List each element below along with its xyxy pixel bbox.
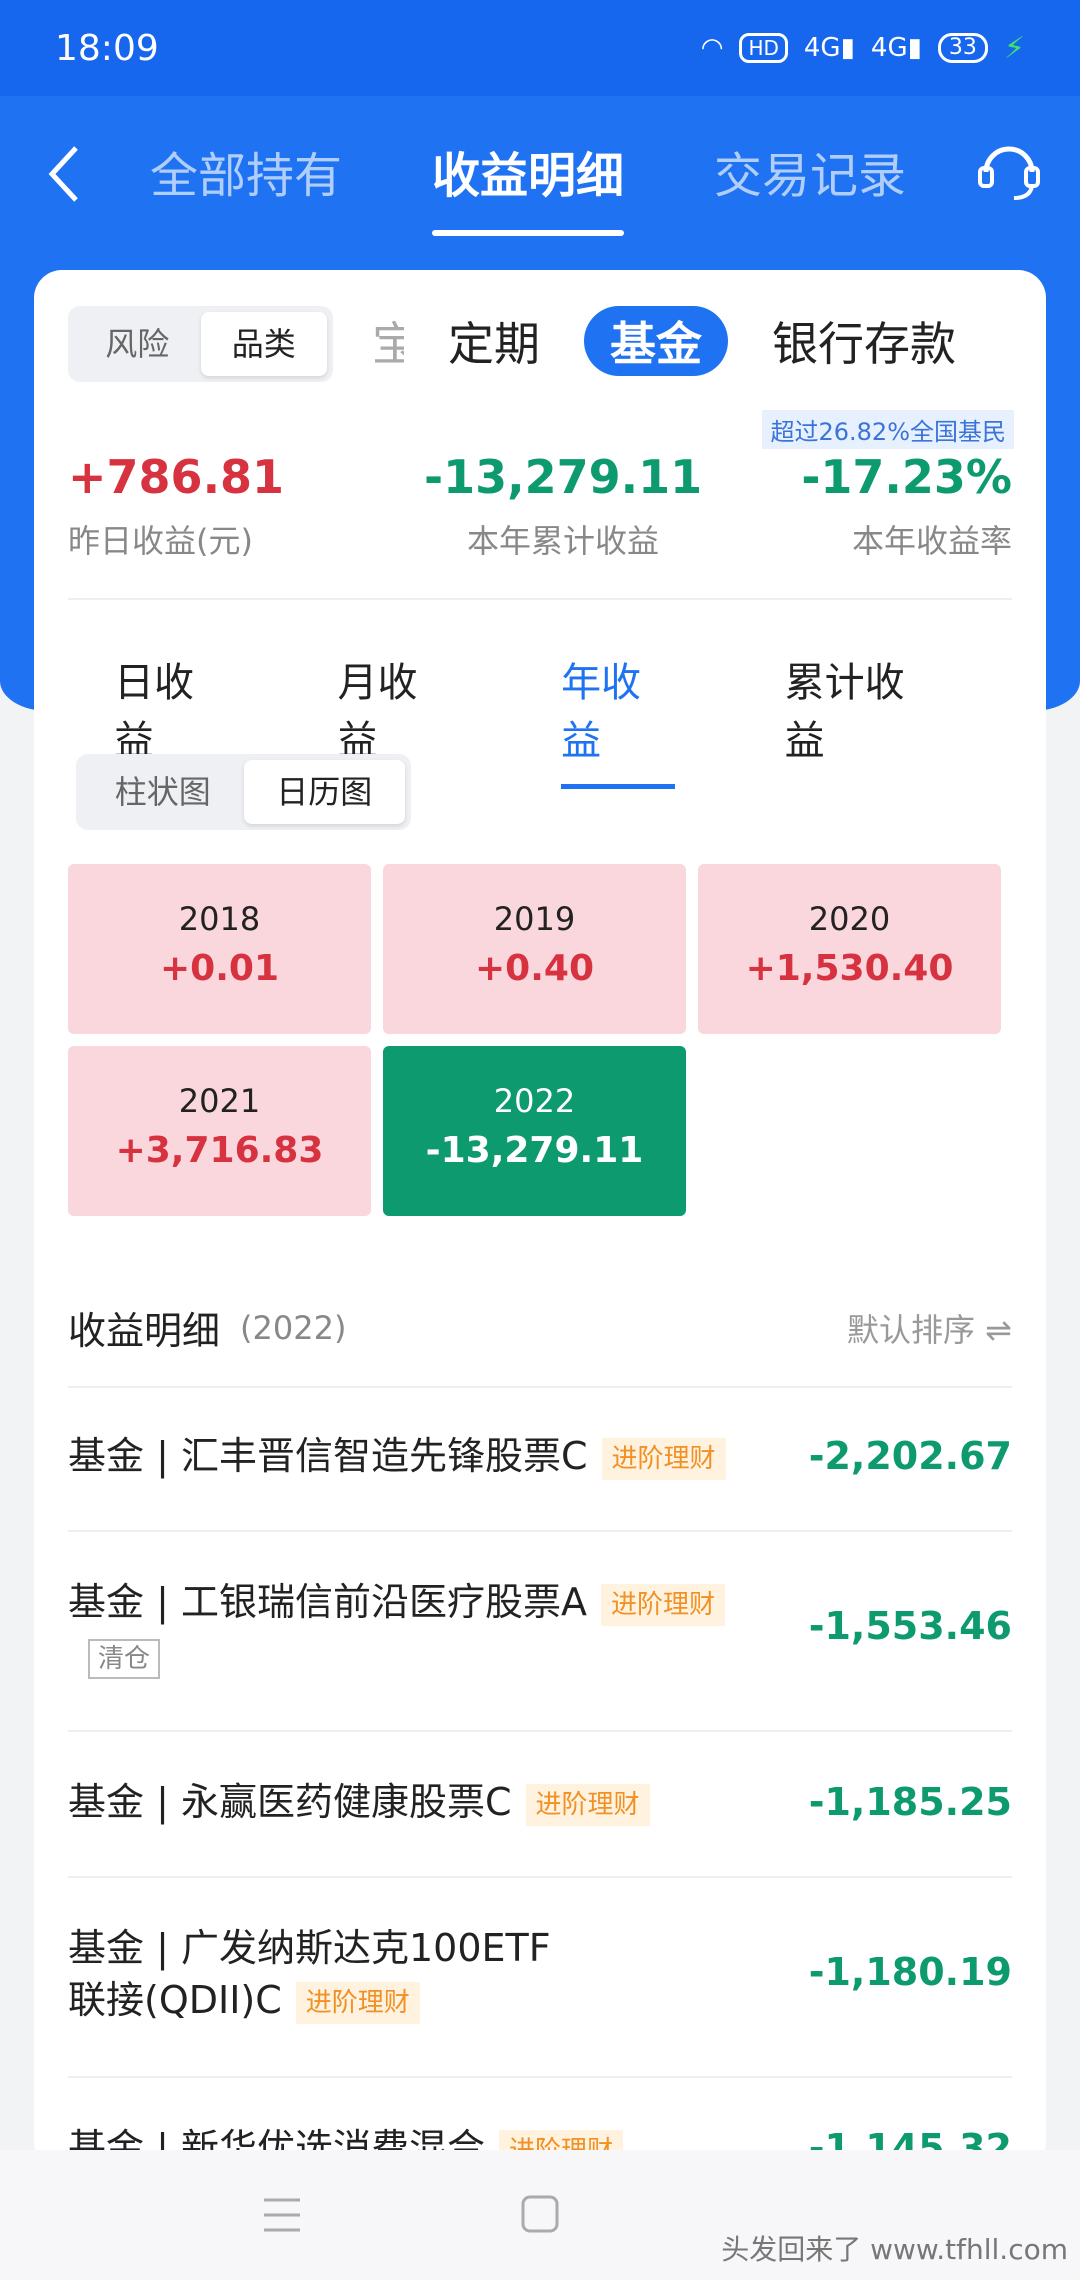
fund-row[interactable]: 基金 | 汇丰晋信智造先锋股票C 进阶理财 -2,202.67 <box>68 1386 1012 1532</box>
year-cell-2018[interactable]: 2018 +0.01 <box>68 864 371 1034</box>
year-calendar: 2018 +0.01 2019 +0.40 2020 +1,530.40 2021 +3… <box>68 864 1008 1216</box>
category-tab-bank-deposit[interactable]: 银行存款 <box>772 308 956 374</box>
top-nav: 全部持有 收益明细 交易记录 <box>0 96 1080 271</box>
divider <box>68 598 1012 600</box>
advanced-tag: 进阶理财 <box>600 1583 725 1626</box>
home-icon[interactable] <box>520 2194 560 2234</box>
back-arrow-icon[interactable] <box>42 140 90 208</box>
fund-row[interactable]: 基金 | 工银瑞信前沿医疗股票A 进阶理财 清仓 -1,553.46 <box>68 1532 1012 1732</box>
stat-yesterday-value: +786.81 <box>68 450 285 504</box>
risk-category-toggle: 风险 品类 <box>68 306 333 382</box>
signal-icon-2: 4G▮ <box>870 33 922 63</box>
stat-yesterday-label: 昨日收益(元) <box>68 522 253 560</box>
top-tabs: 全部持有 收益明细 交易记录 <box>150 136 906 236</box>
advanced-tag: 进阶理财 <box>295 1981 420 2024</box>
customer-service-icon[interactable] <box>974 134 1044 204</box>
toggle-category[interactable]: 品类 <box>200 312 327 376</box>
detail-title: 收益明细 <box>68 1309 221 1353</box>
ranking-badge: 超过26.82%全国基民 <box>762 410 1014 449</box>
category-tabs: 宝 定期 基金 银行存款 <box>372 306 956 376</box>
stat-year-total-value: -13,279.11 <box>424 450 703 504</box>
toggle-bar-chart[interactable]: 柱状图 <box>82 760 244 824</box>
battery-icon: 33 <box>937 33 988 63</box>
wifi-icon: ◠ <box>700 33 724 63</box>
tab-all-holdings[interactable]: 全部持有 <box>150 136 342 206</box>
category-tab-bao[interactable]: 宝 <box>372 308 404 374</box>
year-cell-2020[interactable]: 2020 +1,530.40 <box>698 864 1001 1034</box>
fund-amount: -1,553.46 <box>808 1604 1012 1648</box>
fund-amount: -1,185.25 <box>808 1780 1012 1824</box>
watermark: 头发回来了 www.tfhll.com <box>721 2233 1068 2266</box>
status-icons: ◠ HD 4G▮ 4G▮ 33 ⚡ <box>701 31 1025 66</box>
fund-amount: -2,202.67 <box>808 1434 1012 1478</box>
stat-year-rate: -17.23% 本年收益率 <box>801 450 1012 562</box>
clock: 18:09 <box>55 27 159 69</box>
year-cell-2022[interactable]: 2022 -13,279.11 <box>383 1046 686 1216</box>
charging-icon: ⚡ <box>1003 30 1025 66</box>
stat-year-rate-label: 本年收益率 <box>851 522 1012 560</box>
category-tab-fixed[interactable]: 定期 <box>448 308 540 374</box>
advanced-tag: 进阶理财 <box>525 1783 650 1826</box>
tab-yearly[interactable]: 年收益 <box>561 650 675 789</box>
tab-cumulative[interactable]: 累计收益 <box>785 650 936 789</box>
cleared-tag: 清仓 <box>88 1639 161 1679</box>
stat-yesterday: +786.81 昨日收益(元) <box>68 450 284 562</box>
category-tab-fund[interactable]: 基金 <box>584 306 728 376</box>
stat-year-total-label: 本年累计收益 <box>467 522 660 560</box>
fund-amount: -1,180.19 <box>808 1950 1012 1994</box>
detail-year: (2022) <box>240 1308 347 1347</box>
signal-icon: 4G▮ <box>803 33 855 63</box>
fund-row[interactable]: 基金 | 永赢医药健康股票C 进阶理财 -1,185.25 <box>68 1732 1012 1878</box>
year-cell-2019[interactable]: 2019 +0.40 <box>383 864 686 1034</box>
sort-button[interactable]: 默认排序 ⇌ <box>847 1305 1012 1351</box>
fund-row[interactable]: 基金 | 广发纳斯达克100ETF 联接(QDII)C 进阶理财 -1,180.1… <box>68 1878 1012 2078</box>
detail-header: 收益明细 (2022) 默认排序 ⇌ <box>68 1300 1012 1355</box>
status-bar: 18:09 ◠ HD 4G▮ 4G▮ 33 ⚡ <box>0 0 1080 96</box>
stat-year-total: -13,279.11 本年累计收益 <box>424 450 702 562</box>
chart-view-toggle: 柱状图 日历图 <box>76 754 411 830</box>
advanced-tag: 进阶理财 <box>601 1437 726 1480</box>
hd-icon: HD <box>739 33 788 63</box>
toggle-calendar[interactable]: 日历图 <box>243 760 405 824</box>
year-cell-2021[interactable]: 2021 +3,716.83 <box>68 1046 371 1216</box>
toggle-risk[interactable]: 风险 <box>74 312 201 376</box>
system-nav-bar: 头发回来了 www.tfhll.com <box>0 2150 1080 2280</box>
menu-icon[interactable] <box>262 2196 302 2234</box>
main-card: 风险 品类 宝 定期 基金 银行存款 超过26.82%全国基民 +786.81 … <box>34 270 1046 2170</box>
tab-income-detail[interactable]: 收益明细 <box>432 136 625 236</box>
tab-transactions[interactable]: 交易记录 <box>714 136 906 206</box>
stat-year-rate-value: -17.23% <box>801 450 1012 504</box>
